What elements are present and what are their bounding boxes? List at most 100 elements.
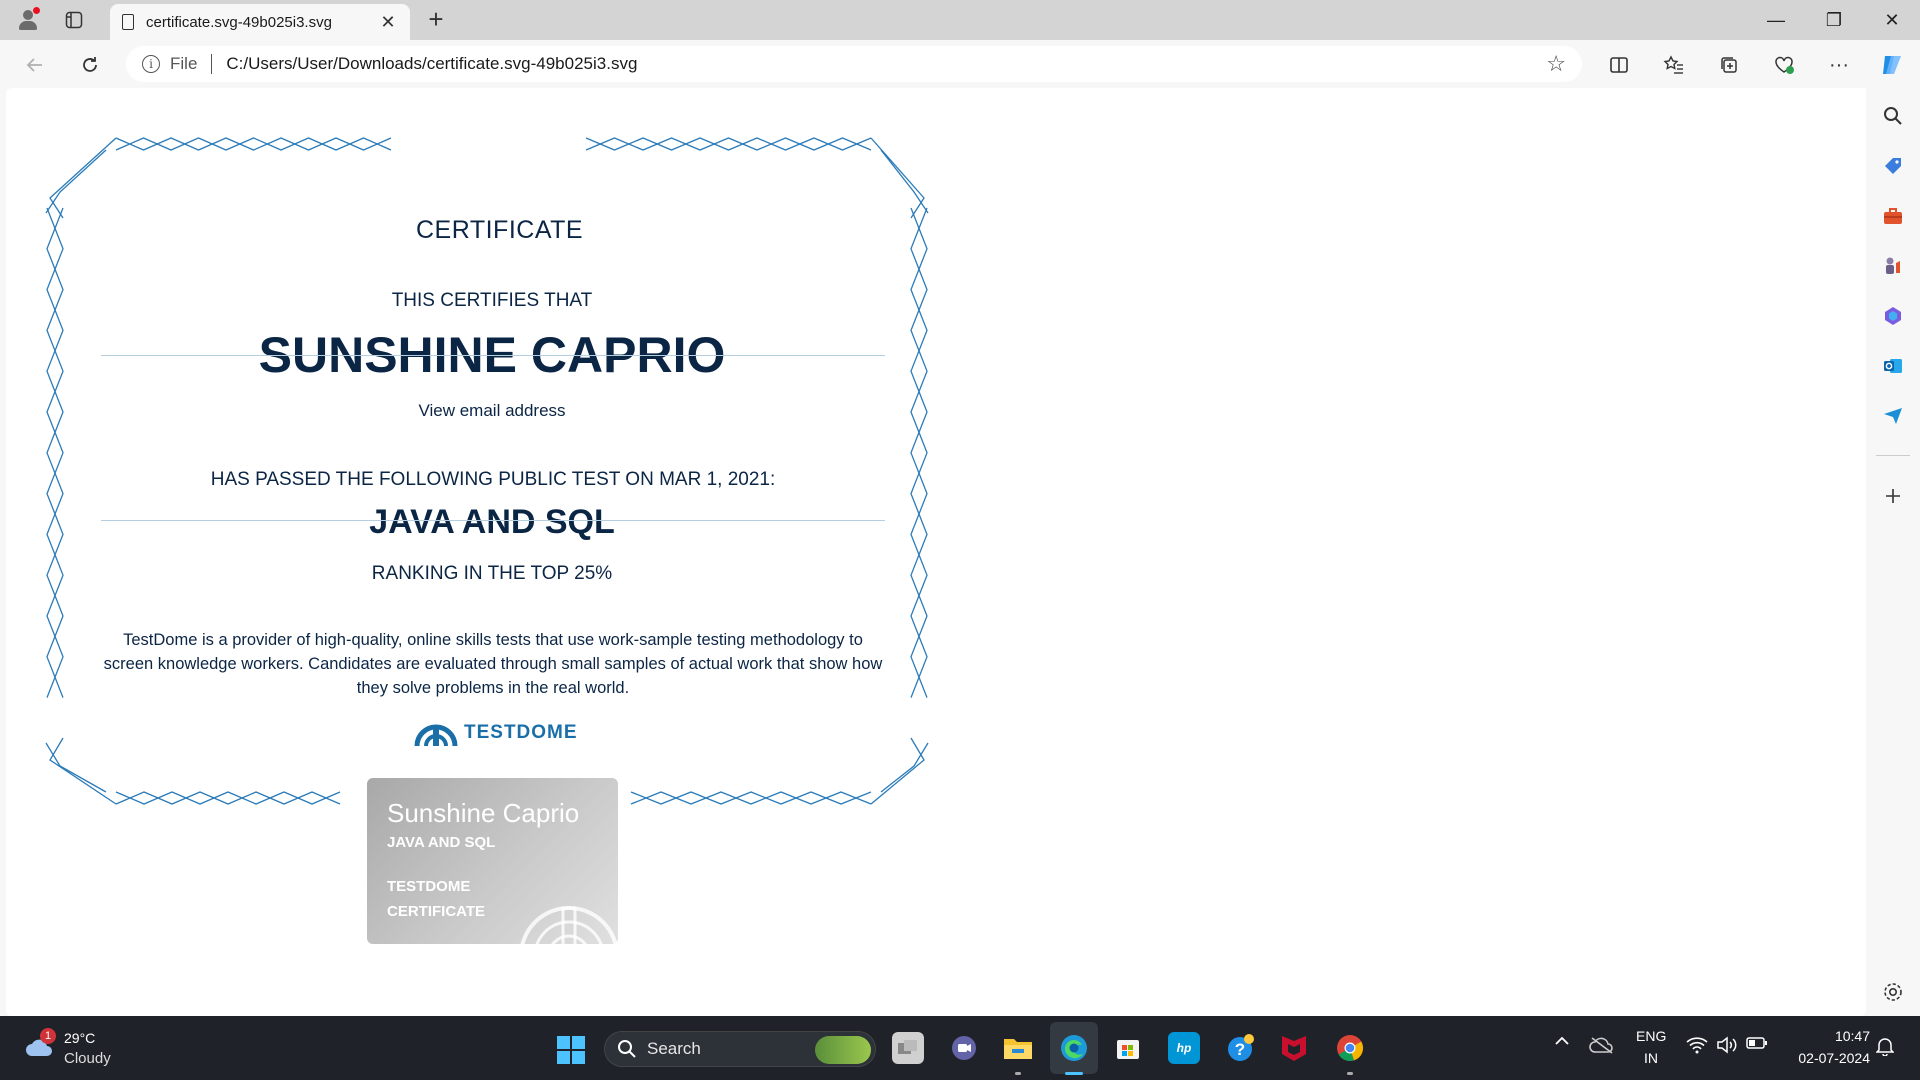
taskbar: 1 29°C Cloudy Search hp ? ENG IN 10:47 0… [0,1016,1920,1080]
clock-time[interactable]: 10:47 [1780,1028,1870,1044]
badge-line-2: CERTIFICATE [387,903,486,920]
certifies-text: THIS CERTIFIES THAT [391,290,593,311]
url-text[interactable]: C:/Users/User/Downloads/certificate.svg-… [226,54,1546,74]
certificate-heading: CERTIFICATE [416,216,584,244]
region-indicator[interactable]: IN [1636,1050,1666,1066]
border-left [46,207,64,698]
show-hidden-icons-chevron-icon[interactable] [1550,1036,1574,1046]
add-icon[interactable] [1879,482,1907,510]
title-bar: certificate.svg-49b025i3.svg ✕ + — ❐ ✕ [0,0,1920,40]
language-indicator[interactable]: ENG [1636,1028,1666,1044]
address-separator [211,54,213,74]
border-corner [870,137,925,219]
games-icon[interactable] [1879,252,1907,280]
page-viewport: CERTIFICATE THIS CERTIFIES THAT SUNSHINE… [6,88,1866,1016]
start-button[interactable] [557,1036,585,1064]
file-explorer-icon[interactable] [1002,1032,1034,1064]
testdome-logo-icon [414,724,458,747]
edge-sidebar [1866,88,1920,1016]
favorite-star-icon[interactable]: ☆ [1546,51,1566,77]
settings-icon[interactable] [1879,978,1907,1006]
tag-icon[interactable] [1879,152,1907,180]
border-corner [49,737,117,805]
running-indicator [1347,1072,1353,1075]
close-window-button[interactable]: ✕ [1864,0,1920,40]
volume-icon[interactable] [1714,1036,1740,1054]
running-indicator [1015,1072,1021,1075]
microsoft-store-icon[interactable] [1112,1032,1144,1064]
address-bar[interactable]: i File C:/Users/User/Downloads/certifica… [126,46,1582,82]
reload-button[interactable] [75,50,105,80]
info-icon[interactable]: i [142,55,160,73]
border-corner [880,742,929,793]
ranking-text: RANKING IN THE TOP 25% [371,563,613,584]
notification-bell-icon[interactable] [1872,1036,1898,1056]
search-label: Search [647,1039,701,1058]
notification-dot [33,7,40,14]
border-corner [45,149,107,214]
badge-watermark-icon [520,906,618,944]
maximize-button[interactable]: ❐ [1806,0,1862,40]
send-icon[interactable] [1879,402,1907,430]
taskbar-search-box[interactable]: Search [604,1031,876,1067]
back-button[interactable] [20,50,50,80]
minimize-button[interactable]: — [1748,0,1804,40]
weather-temperature[interactable]: 29°C [64,1030,95,1046]
profile-avatar[interactable] [16,7,40,32]
badge-name: Sunshine Caprio [387,798,580,828]
more-options-icon[interactable]: ··· [1824,50,1854,80]
tab-actions-icon[interactable] [62,8,86,32]
chrome-icon[interactable] [1334,1032,1366,1064]
outlook-icon[interactable] [1879,352,1907,380]
onedrive-offline-icon[interactable] [1588,1036,1616,1054]
collections-icon[interactable] [1714,50,1744,80]
split-screen-icon[interactable] [1604,50,1634,80]
tab-title: certificate.svg-49b025i3.svg [146,13,332,31]
myhp-icon[interactable]: hp [1168,1032,1200,1064]
description-text: TestDome is a provider of high-quality, … [103,631,883,697]
mcafee-icon[interactable] [1278,1032,1310,1064]
search-highlight-image [815,1036,871,1064]
edge-icon[interactable] [1058,1032,1090,1064]
badge-line-1: TESTDOME [387,878,471,895]
new-tab-button[interactable]: + [420,6,452,34]
certificate-badge: Sunshine Caprio JAVA AND SQL TESTDOME CE… [367,778,618,944]
weather-alert-badge: 1 [40,1028,56,1044]
badge-test: JAVA AND SQL [387,834,496,851]
border-corner [49,137,117,219]
search-icon [618,1040,636,1058]
teams-chat-icon[interactable] [948,1032,980,1064]
border-top-right [585,137,872,151]
logo-text: TESTDOME [464,722,578,743]
border-right [910,207,928,698]
decorative-border [45,137,929,805]
file-icon [122,14,134,30]
tab-certificate[interactable]: certificate.svg-49b025i3.svg ✕ [110,4,410,40]
task-view-icon[interactable] [892,1032,924,1064]
tab-close-icon[interactable]: ✕ [378,12,398,33]
favorites-icon[interactable] [1659,50,1689,80]
divider [101,355,885,356]
help-icon[interactable]: ? [1224,1032,1256,1064]
clock-date[interactable]: 02-07-2024 [1780,1050,1870,1066]
battery-icon[interactable] [1744,1036,1770,1050]
toolbox-icon[interactable] [1879,202,1907,230]
divider [101,520,885,521]
border-right [910,207,928,698]
border-top-left [115,137,392,151]
copilot-365-icon[interactable] [1879,302,1907,330]
passed-text: HAS PASSED THE FOLLOWING PUBLIC TEST ON … [210,469,776,490]
search-icon[interactable] [1879,102,1907,130]
border-corner [870,737,925,805]
wifi-icon[interactable] [1684,1036,1710,1054]
border-left [46,207,64,698]
testdome-logo: TESTDOME [414,718,578,748]
test-name: JAVA AND SQL [369,503,615,541]
browser-essentials-icon[interactable] [1769,50,1799,80]
weather-condition[interactable]: Cloudy [64,1050,111,1067]
scheme-label: File [170,54,198,73]
view-email-link[interactable]: View email address [296,401,688,421]
sidebar-divider [1876,455,1910,456]
copilot-icon[interactable] [1877,50,1907,80]
navigation-bar: i File C:/Users/User/Downloads/certifica… [0,40,1920,88]
